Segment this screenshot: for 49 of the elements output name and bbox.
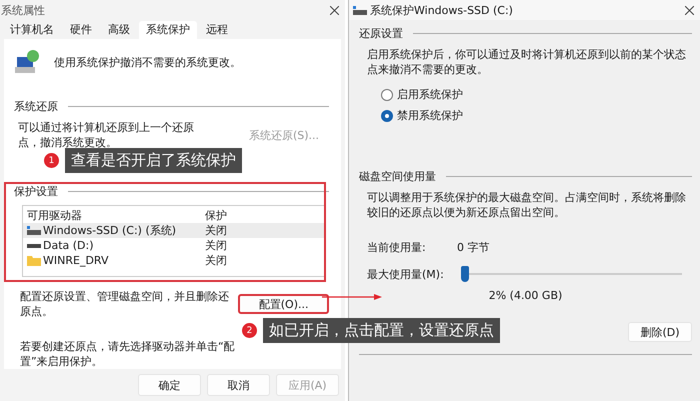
max-usage-label: 最大使用量(M):: [367, 266, 445, 282]
tab[interactable]: 计算机名: [3, 21, 61, 40]
drive-name: Data (D:): [43, 238, 94, 254]
dialog-button[interactable]: 确定: [138, 374, 201, 396]
close-icon[interactable]: [330, 6, 339, 16]
folder-icon: [27, 255, 41, 266]
drive-row[interactable]: Windows-SSD (C:) (系统) 关闭: [23, 223, 324, 238]
protection-status: 关闭: [205, 238, 228, 254]
restore-text: 可以通过将计算机还原到上一个还原点，撤消系统更改。: [18, 120, 195, 150]
column-header: 保护: [205, 208, 228, 224]
current-usage-value: 0 字节: [457, 240, 490, 255]
callout-text: 如已开启，点击配置，设置还原点: [263, 318, 500, 343]
drive-row[interactable]: WINRE_DRV 关闭: [23, 253, 324, 268]
tab[interactable]: 远程: [199, 21, 235, 40]
configure-button[interactable]: 配置(O)...: [238, 294, 329, 314]
configure-text: 配置还原设置、管理磁盘空间，并且删除还原点。: [20, 289, 230, 320]
drive-icon: [27, 244, 41, 248]
window-title: 系统属性: [1, 3, 45, 18]
protection-status: 关闭: [205, 253, 228, 268]
create-text: 若要创建还原点，请先选择驱动器并单击“配置”来启用保护。: [20, 339, 236, 370]
drive-row[interactable]: Data (D:) 关闭: [23, 238, 324, 254]
current-usage-label: 当前使用量:: [367, 240, 427, 255]
protection-status: 关闭: [205, 223, 228, 238]
usage-reading: 2% (4.00 GB): [488, 289, 562, 302]
radio-option[interactable]: 禁用系统保护: [381, 108, 692, 123]
delete-button[interactable]: 删除(D): [628, 322, 692, 342]
radio-option[interactable]: 启用系统保护: [381, 87, 692, 102]
tab[interactable]: 硬件: [63, 21, 99, 40]
drive-name: Windows-SSD (C:) (系统): [43, 223, 176, 238]
close-icon[interactable]: [685, 6, 694, 14]
section-heading: 磁盘空间使用量: [359, 169, 436, 184]
drive-name: WINRE_DRV: [43, 253, 108, 268]
description-text: 使用系统保护撤消不需要的系统更改。: [54, 54, 241, 70]
system-drive-icon: [353, 6, 367, 14]
window-title: 系统保护Windows-SSD (C:): [370, 2, 514, 18]
dialog-button[interactable]: 取消: [207, 374, 270, 396]
callout-text: 查看是否开启了系统保护: [65, 148, 242, 173]
tab[interactable]: 系统保护: [139, 21, 197, 40]
disk-usage-description: 可以调整用于系统保护的最大磁盘空间。占满空间时，系统将删除较旧的还原点以便为新还原点留出空间。: [367, 190, 687, 220]
computer-icon: [14, 49, 40, 76]
tab[interactable]: 高级: [101, 21, 137, 40]
section-heading: 还原设置: [359, 26, 403, 41]
restore-description: 启用系统保护后，你可以通过及时将计算机还原到以前的某个状态点来撤消不需要的更改。: [367, 47, 687, 77]
column-header: 可用驱动器: [27, 208, 83, 224]
system-drive-icon: [27, 226, 41, 236]
slider-thumb[interactable]: [461, 266, 470, 282]
section-heading: 保护设置: [14, 184, 58, 200]
section-heading: 系统还原: [14, 99, 58, 114]
arrow: [322, 292, 382, 302]
